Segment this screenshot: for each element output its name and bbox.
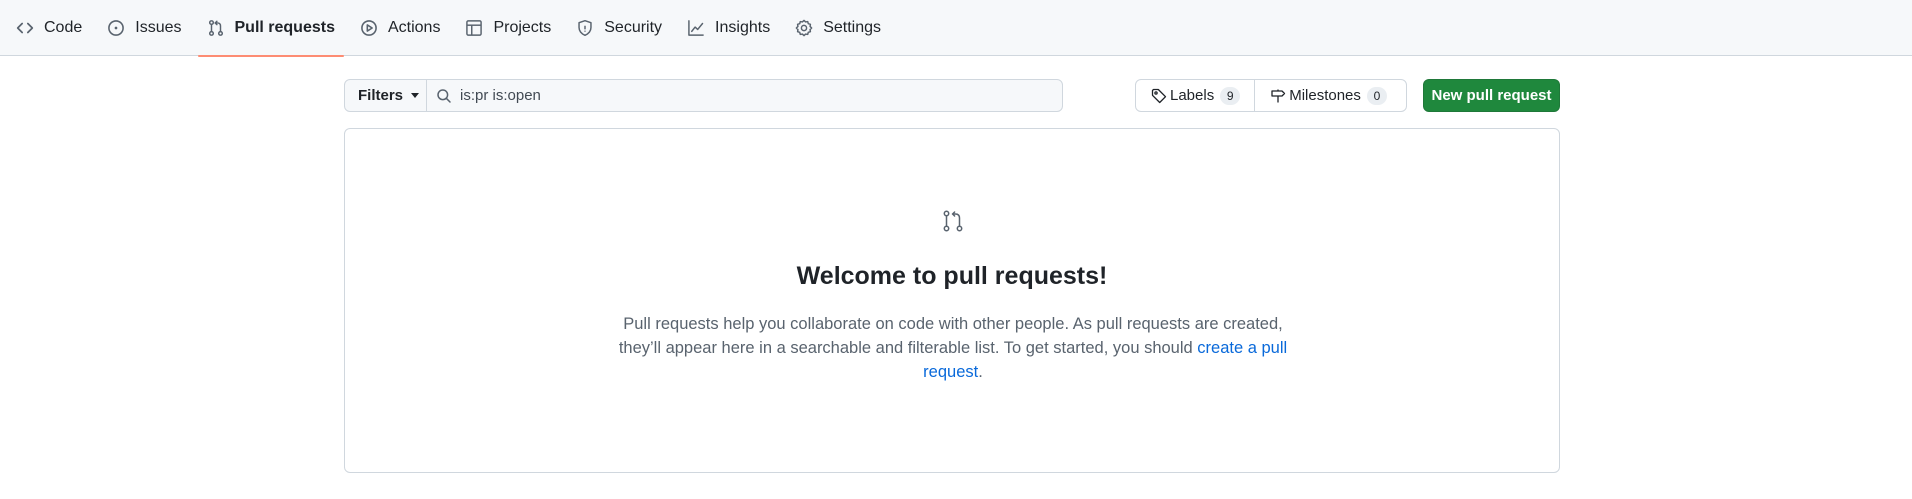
labels-button-label: Labels [1170, 87, 1215, 104]
search-icon [436, 88, 452, 104]
labels-count: 9 [1220, 86, 1241, 105]
issue-opened-icon [107, 19, 125, 37]
search-input[interactable] [460, 87, 1050, 104]
tab-actions[interactable]: Actions [351, 0, 449, 56]
tab-code-label: Code [44, 19, 83, 36]
milestones-button[interactable]: Milestones 0 [1254, 80, 1401, 111]
search-box[interactable] [426, 79, 1063, 112]
tab-insights-label: Insights [715, 19, 771, 36]
tab-actions-label: Actions [387, 19, 441, 36]
triangle-down-icon [411, 93, 420, 98]
blankslate: Welcome to pull requests! Pull requests … [344, 128, 1560, 473]
tab-pull-requests-label: Pull requests [234, 19, 335, 36]
tab-security-label: Security [604, 19, 663, 36]
code-icon [16, 19, 34, 37]
labels-button[interactable]: Labels 9 [1136, 80, 1254, 111]
milestone-icon [1270, 88, 1286, 104]
filters-button[interactable]: Filters [344, 79, 427, 112]
milestones-count: 0 [1366, 86, 1387, 105]
gear-icon [795, 19, 813, 37]
new-pull-request-button[interactable]: New pull request [1423, 79, 1560, 112]
tab-projects-label: Projects [493, 19, 552, 36]
tab-issues-label: Issues [135, 19, 182, 36]
blankslate-text: Pull requests help you collaborate on co… [618, 315, 1283, 357]
play-icon [360, 19, 378, 37]
repo-nav: Code Issues Pull requests Actions Projec… [0, 0, 1912, 57]
git-pull-request-icon [941, 209, 965, 233]
tab-insights[interactable]: Insights [678, 0, 779, 56]
milestones-button-label: Milestones [1289, 87, 1361, 104]
pull-requests-toolbar: Filters Labels 9 Milesto [344, 79, 1560, 112]
blankslate-description: Pull requests help you collaborate on co… [615, 312, 1291, 384]
tab-pull-requests[interactable]: Pull requests [197, 0, 345, 57]
tab-code[interactable]: Code [7, 0, 91, 56]
tab-issues[interactable]: Issues [98, 0, 190, 56]
table-icon [465, 19, 483, 37]
graph-icon [687, 19, 705, 37]
tab-settings[interactable]: Settings [786, 0, 890, 56]
tab-security[interactable]: Security [567, 0, 671, 56]
tab-settings-label: Settings [823, 19, 881, 36]
repo-nav-list: Code Issues Pull requests Actions Projec… [7, 0, 897, 57]
git-pull-request-icon [207, 19, 225, 37]
shield-icon [576, 19, 594, 37]
blankslate-text-end: . [978, 363, 983, 381]
tag-icon [1151, 88, 1167, 104]
tab-projects[interactable]: Projects [456, 0, 560, 56]
filters-button-label: Filters [358, 87, 404, 104]
blankslate-title: Welcome to pull requests! [796, 262, 1108, 290]
labels-milestones-group: Labels 9 Milestones 0 [1135, 79, 1407, 112]
